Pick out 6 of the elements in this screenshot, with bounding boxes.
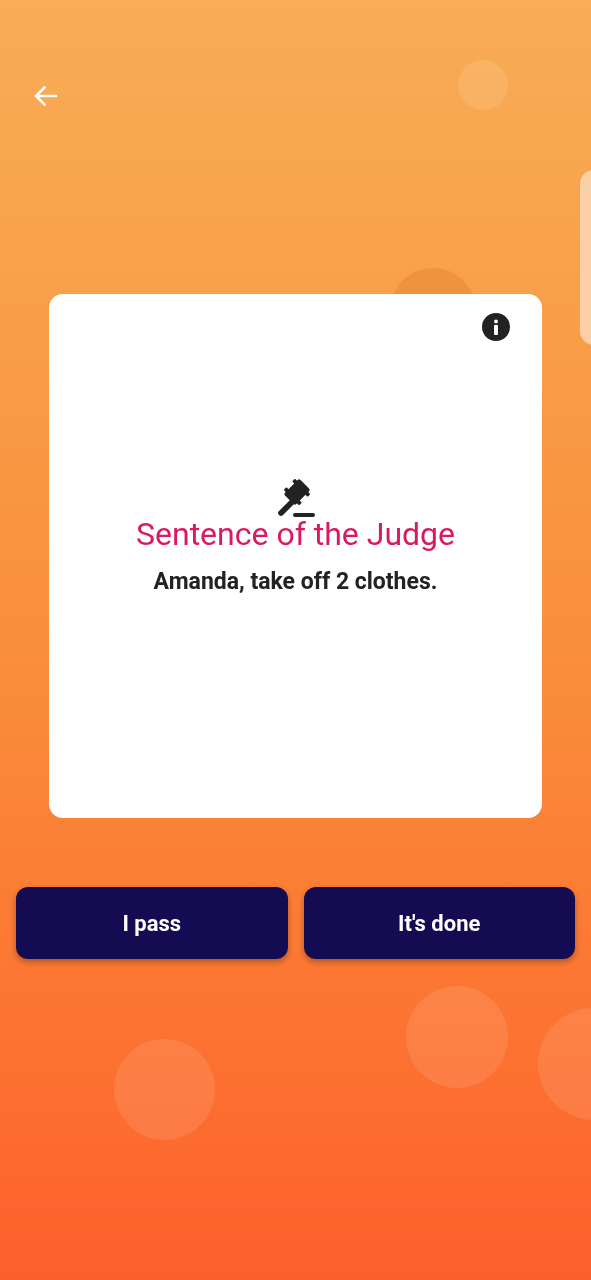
- card-title: Sentence of the Judge: [136, 514, 455, 553]
- action-button[interactable]: It's done: [303, 887, 575, 959]
- card-message: Amanda, take off 2 clothes.: [153, 566, 438, 597]
- info-button[interactable]: [482, 313, 510, 341]
- info-icon: [493, 319, 499, 335]
- action-button[interactable]: I pass: [16, 887, 288, 959]
